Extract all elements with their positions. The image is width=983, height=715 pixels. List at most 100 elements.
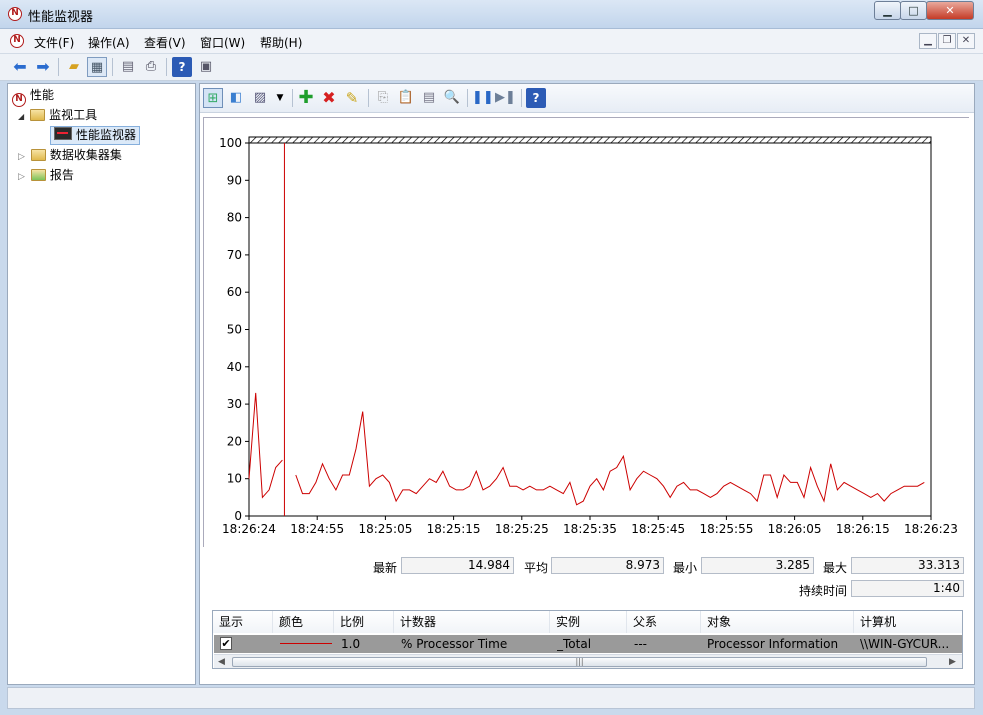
tree-label-performance: 性能 [30,88,55,102]
tree-node-perf-monitor[interactable]: 性能监视器 [50,126,141,145]
column-header-object[interactable]: 对象 [701,611,854,633]
x-tick-label: 18:26:24 [222,522,276,536]
mmc-icon[interactable]: N [10,34,24,48]
x-tick-label: 18:25:25 [495,522,549,536]
perf-monitor-chart-icon [54,127,72,140]
paste-counter-list-icon[interactable]: 📋 [396,88,416,108]
scroll-right-icon[interactable]: ▶ [949,657,956,667]
help-icon[interactable]: ? [172,57,192,77]
toolbar-separator [58,58,59,76]
row-counter: % Processor Time [401,637,508,651]
menu-file[interactable]: 文件(F) [34,34,74,51]
column-header-parent[interactable]: 父系 [627,611,701,633]
add-counter-icon[interactable]: ✚ [296,88,316,108]
performance-app-icon: N [8,7,22,21]
x-tick-label: 18:26:23 [904,522,958,536]
y-tick-label: 90 [227,173,242,187]
horizontal-scrollbar[interactable]: ◀ ||| ▶ [214,654,962,668]
column-header-computer[interactable]: 计算机 [854,611,962,633]
maximize-button[interactable]: □ [900,1,927,20]
duration-value: 1:40 [851,580,964,597]
counter-legend-table: 显示 颜色 比例 计数器 实例 父系 对象 计算机 ✔ 1.0 % Proces… [212,610,963,669]
mdi-minimize-button[interactable]: ▁ [919,33,937,49]
update-data-icon[interactable]: ▶❚ [495,88,516,108]
scroll-thumb[interactable]: ||| [232,657,927,667]
y-tick-label: 70 [227,248,242,262]
print-icon[interactable]: ⎙ [141,57,161,77]
collapsed-triangle-icon[interactable]: ▷ [18,152,25,162]
row-computer: \\WIN-GYCUR... [860,637,950,651]
menu-action[interactable]: 操作(A) [88,34,130,51]
tree-node-reports[interactable]: ▷ 报告 [18,166,74,184]
column-header-show[interactable]: 显示 [213,611,273,633]
show-hide-tree-icon[interactable]: ▦ [87,57,107,77]
back-arrow-icon[interactable]: ⬅ [10,57,30,77]
properties-icon[interactable]: ▤ [118,57,138,77]
x-tick-label: 18:25:55 [699,522,753,536]
tree-label-perf-monitor: 性能监视器 [76,128,137,142]
chart-toolbar: ⊞ ◧ ▨ ▼ ✚ ✖ ✎ ⎘ 📋 ▤ 🔍 ❚❚ ▶❚ ? [200,84,974,113]
max-label: 最大 [823,561,848,575]
close-button[interactable]: ✕ [926,1,974,20]
column-header-counter[interactable]: 计数器 [394,611,550,633]
title-bar: N 性能监视器 ▁ □ ✕ [0,0,983,29]
tree-node-monitor-tools[interactable]: ◢ 监视工具 [18,106,97,124]
x-tick-label: 18:26:15 [836,522,890,536]
forward-arrow-icon[interactable]: ➡ [33,57,53,77]
up-folder-icon[interactable]: ▰ [64,57,84,77]
line-chart[interactable]: 0 10 20 30 40 50 60 70 80 90 100 18:26:24 18:24:55 18… [204,118,970,548]
menu-help[interactable]: 帮助(H) [260,34,302,51]
column-header-instance[interactable]: 实例 [550,611,627,633]
tree-label-monitor-tools: 监视工具 [49,108,98,122]
legend-row[interactable]: ✔ 1.0 % Processor Time _Total --- Proces… [214,635,962,653]
x-tick-label: 18:25:35 [563,522,617,536]
help-icon[interactable]: ? [526,88,546,108]
minimize-button[interactable]: ▁ [874,1,901,20]
column-header-scale[interactable]: 比例 [334,611,394,633]
console-pane-icon[interactable]: ▣ [196,57,216,77]
y-tick-label: 10 [227,472,242,486]
main-toolbar: ⬅ ➡ ▰ ▦ ▤ ⎙ ? ▣ [0,54,983,81]
y-tick-label: 100 [219,136,242,150]
view-current-activity-icon[interactable]: ◧ [226,88,246,108]
status-bar [7,687,975,709]
window-title: 性能监视器 [28,10,94,25]
change-graph-type-icon[interactable]: ▨ [250,88,270,108]
line-color-swatch [280,643,332,644]
graph-type-dropdown-icon[interactable]: ▼ [270,88,290,108]
highlight-pencil-icon[interactable]: ✎ [342,88,362,108]
mdi-close-button[interactable]: ✕ [957,33,975,49]
tree-label-reports: 报告 [49,168,74,182]
row-scale: 1.0 [341,637,361,651]
graph-area: 0 10 20 30 40 50 60 70 80 90 100 18:26:24 18:24:55 18… [203,117,969,547]
toolbar-separator [292,89,293,107]
duration-label: 持续时间 [799,584,848,598]
y-tick-label: 20 [227,434,242,448]
folder-icon [30,149,46,161]
mdi-restore-button[interactable]: ❐ [938,33,956,49]
delete-counter-icon[interactable]: ✖ [319,88,339,108]
toolbar-separator [368,89,369,107]
y-tick-label: 60 [227,285,242,299]
view-graph-icon[interactable]: ⊞ [203,88,223,108]
x-tick-label: 18:24:55 [290,522,344,536]
min-label: 最小 [673,561,698,575]
x-tick-label: 18:26:05 [768,522,822,536]
tree-node-performance[interactable]: N 性能 [12,86,55,107]
toolbar-separator [467,89,468,107]
show-checkbox[interactable]: ✔ [220,637,232,650]
row-parent: --- [634,637,647,651]
zoom-icon[interactable]: 🔍 [442,88,462,108]
scroll-left-icon[interactable]: ◀ [218,657,225,667]
expanded-triangle-icon[interactable]: ◢ [18,112,24,121]
pause-icon[interactable]: ❚❚ [472,88,494,108]
column-header-color[interactable]: 颜色 [273,611,334,633]
copy-properties-icon[interactable]: ⎘ [373,88,393,108]
y-tick-label: 30 [227,397,242,411]
properties-icon[interactable]: ▤ [419,88,439,108]
latest-label: 最新 [373,561,398,575]
tree-node-data-collector-sets[interactable]: ▷ 数据收集器集 [18,146,122,164]
menu-window[interactable]: 窗口(W) [200,34,245,51]
collapsed-triangle-icon[interactable]: ▷ [18,172,25,182]
menu-view[interactable]: 查看(V) [144,34,186,51]
